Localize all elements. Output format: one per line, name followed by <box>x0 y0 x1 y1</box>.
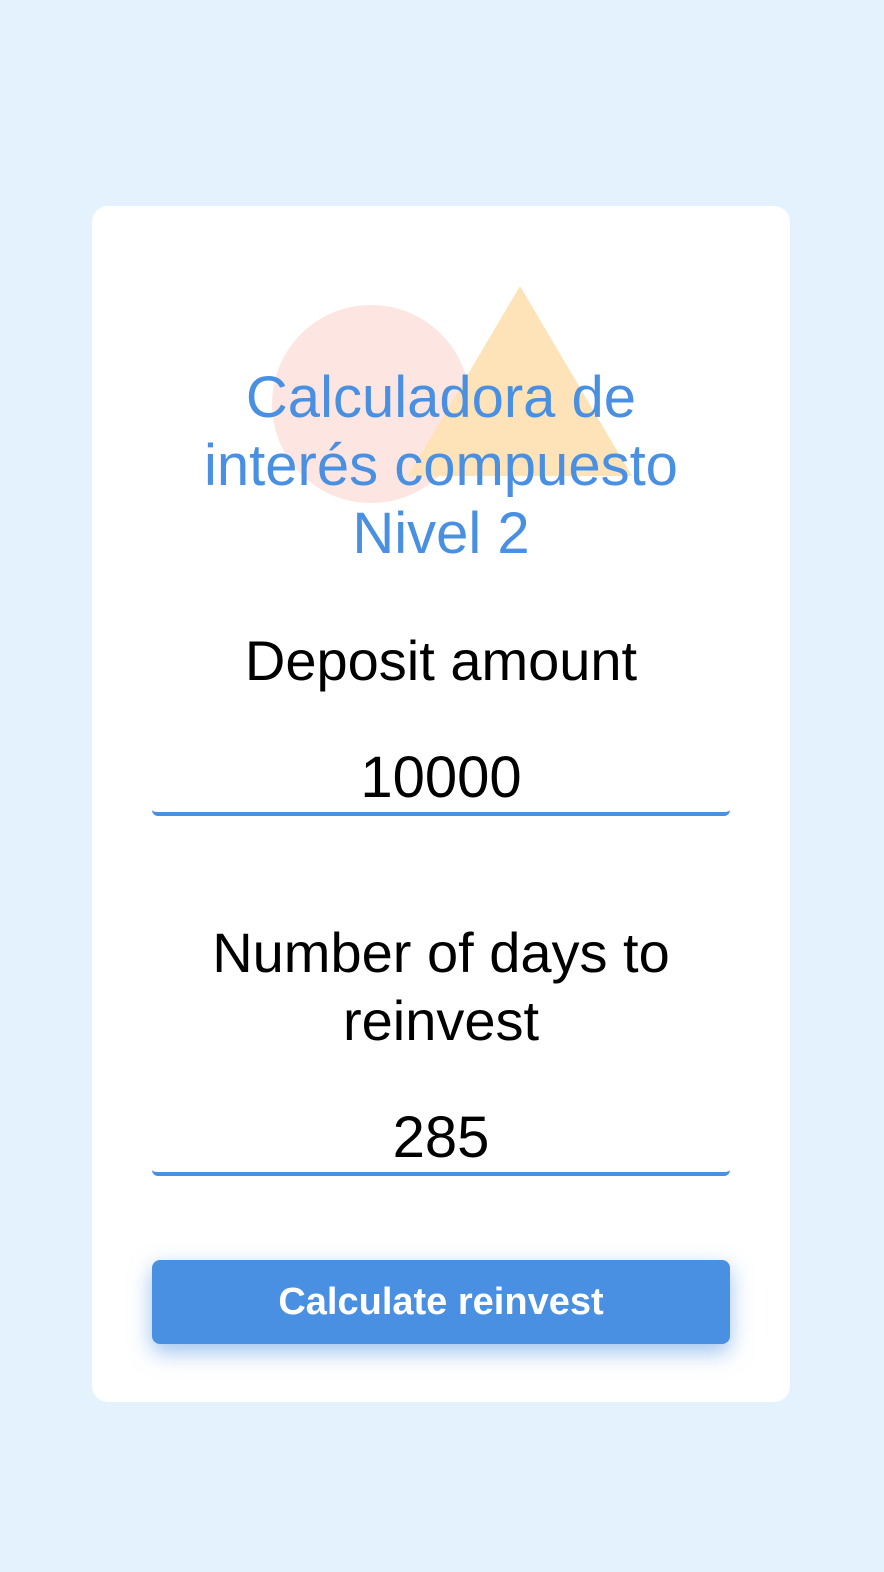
deposit-amount-label: Deposit amount <box>244 629 638 692</box>
days-label-line-2: reinvest <box>342 989 540 1052</box>
page-title: Calculadora de interés compuesto Nivel 2 <box>92 364 790 568</box>
days-to-reinvest-label: Number of days to reinvest <box>92 919 790 1055</box>
days-to-reinvest-input[interactable] <box>152 1102 730 1176</box>
calculator-card: Calculadora de interés compuesto Nivel 2… <box>92 206 790 1402</box>
calculate-reinvest-button[interactable]: Calculate reinvest <box>152 1260 730 1344</box>
deposit-amount-input[interactable] <box>152 742 730 816</box>
title-line-3: Nivel 2 <box>352 501 530 566</box>
days-label-line-1: Number of days to <box>212 921 670 984</box>
title-line-1: Calculadora de <box>245 365 637 430</box>
title-line-2: interés compuesto <box>204 433 678 498</box>
